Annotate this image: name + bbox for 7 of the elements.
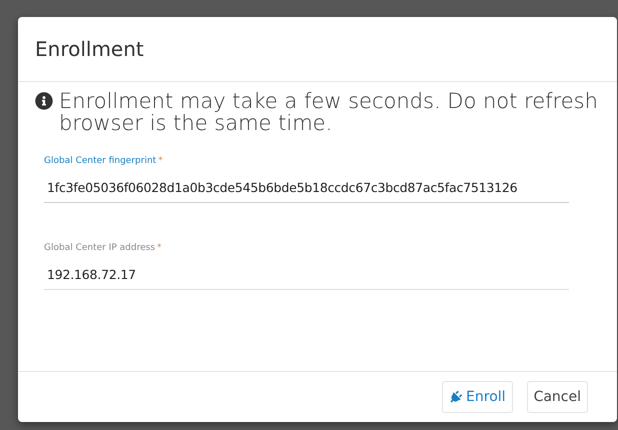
field-label: Global Center fingerprint * (44, 156, 164, 166)
field-label: Global Center IP address * (44, 243, 163, 253)
enrollment-notice: Enrollment may take a few seconds. Do not refresh browser is the same time. (59, 90, 599, 134)
cancel-button[interactable]: Cancel (526, 381, 588, 413)
dialog-title: Enrollment (35, 37, 144, 61)
enroll-button[interactable]: Enroll (442, 381, 513, 413)
info-icon (35, 92, 53, 110)
